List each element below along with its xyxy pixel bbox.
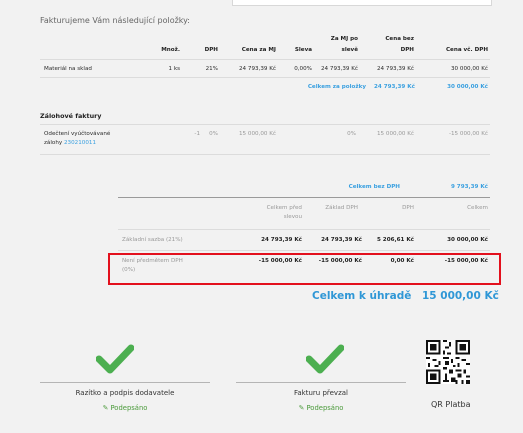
item-qty: 1 ks [168,66,181,72]
advance-unit-price: 15 000,00 Kč [239,131,276,137]
sum-col-before-1: Celkem před [266,205,302,211]
col-net-1: Cena bez [385,36,414,42]
item-vat: 21% [205,66,218,72]
signature-line [236,382,406,383]
total-value: 15 000,00 Kč [422,290,499,302]
receiver-signature-label: Fakturu převzal [294,389,348,397]
sum-row1-before: 24 793,39 Kč [261,237,302,243]
items-sum-gross: 30 000,00 Kč [447,84,488,90]
divider [118,197,490,198]
item-gross: 30 000,00 Kč [451,66,488,72]
sum-col-total: Celkem [467,205,488,211]
sum-row1-label: Základní sazba (21%) [122,237,183,243]
receiver-signed-link[interactable]: ✎ Podepsáno [236,404,406,412]
col-vat: DPH [204,47,218,53]
advance-name-1: Odečtení vyúčtovávané [44,131,111,137]
col-qty: Množ. [161,47,180,53]
divider [118,250,490,251]
qr-code-icon [426,340,470,384]
sum-row1-total: 30 000,00 Kč [447,237,488,243]
items-sum-net: 24 793,39 Kč [374,84,415,90]
receiver-signed-text: Podepsáno [306,404,344,412]
advance-gross: -15 000,00 Kč [448,131,488,137]
sum-col-before-2: slevou [283,214,302,220]
item-net: 24 793,39 Kč [377,66,414,72]
col-discount: Sleva [294,47,312,53]
summary-net-label: Celkem bez DPH [348,184,400,190]
divider [40,59,490,60]
sum-row1-base: 24 793,39 Kč [321,237,362,243]
edit-icon: ✎ [102,404,109,412]
divider [118,229,490,230]
summary-net-value: 9 793,39 Kč [450,184,488,190]
advance-net: 15 000,00 Kč [377,131,414,137]
sum-col-base: Základ DPH [325,205,358,211]
supplier-signed-text: Podepsáno [110,404,148,412]
advance-after-discount: 0% [347,131,356,137]
item-unit-price: 24 793,39 Kč [239,66,276,72]
sum-col-vat: DPH [402,205,414,211]
divider [40,77,490,78]
edit-icon: ✎ [298,404,305,412]
divider [40,124,490,125]
intro-text: Fakturujeme Vám následující položky: [40,16,190,25]
signature-line [40,382,210,383]
col-after-discount-2: slevě [341,47,358,53]
col-net-2: DPH [400,47,414,53]
advance-name-2: zálohy [44,140,63,146]
qr-label: QR Platba [431,400,471,409]
advance-vat: 0% [209,131,218,137]
col-after-discount-1: Za MJ po [330,36,358,42]
check-icon [96,344,134,374]
item-discount: 0,00% [294,66,312,72]
item-after-discount: 24 793,39 Kč [321,66,358,72]
item-name: Materiál na sklad [44,66,92,72]
items-sum-label: Celkem za položky [307,84,366,90]
col-gross: Cena vč. DPH [445,47,488,53]
col-unit-price: Cena za MJ [241,47,276,53]
advances-title: Zálohové faktury [40,112,102,120]
supplier-signature-label: Razítko a podpis dodavatele [75,389,175,397]
highlight-box [108,253,501,285]
check-icon [306,344,344,374]
supplier-signed-link[interactable]: ✎ Podepsáno [40,404,210,412]
top-box-edge [232,0,492,6]
sum-row1-vat: 5 206,61 Kč [376,237,414,243]
advance-link[interactable]: 230210011 [64,140,96,146]
total-label: Celkem k úhradě [312,290,412,302]
advance-name-line2: zálohy 230210011 [44,140,96,147]
divider [40,154,490,155]
